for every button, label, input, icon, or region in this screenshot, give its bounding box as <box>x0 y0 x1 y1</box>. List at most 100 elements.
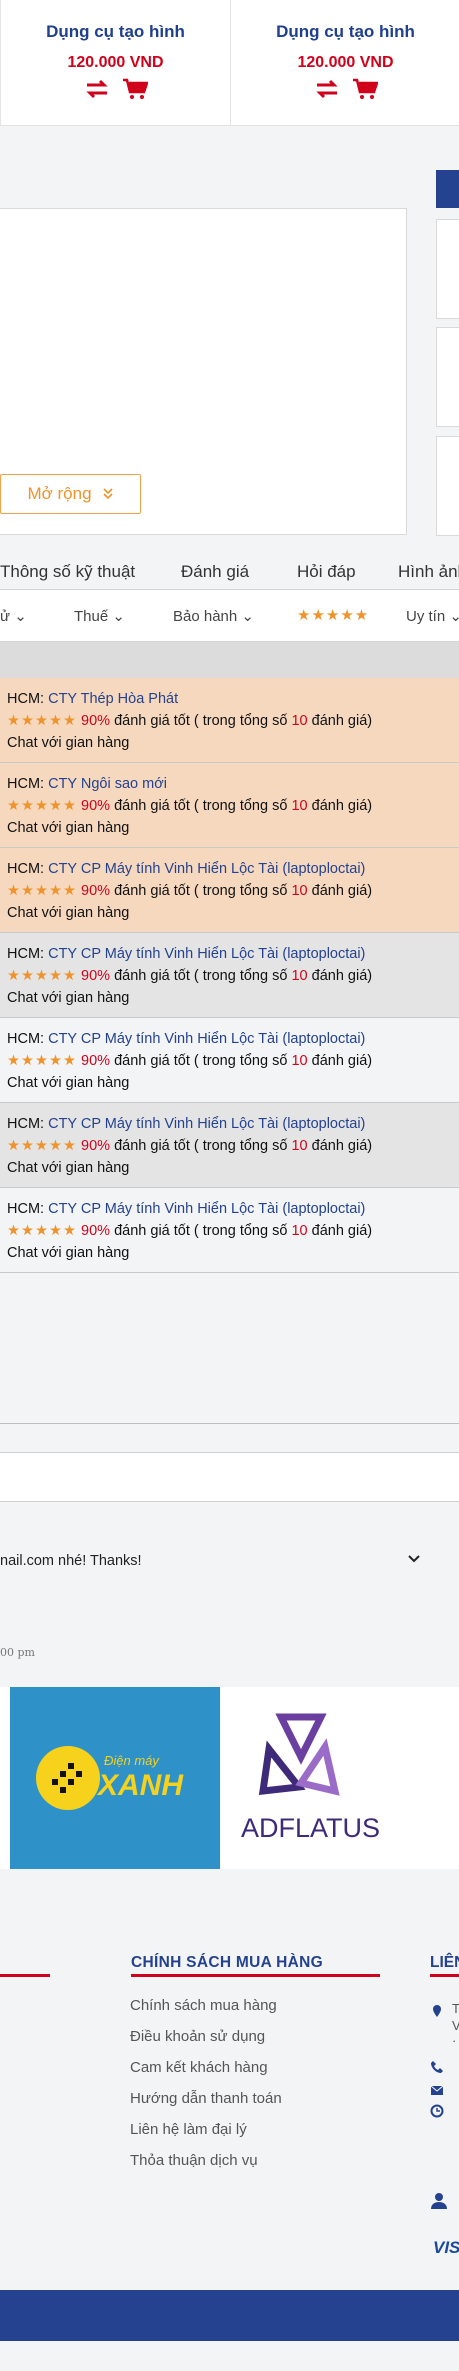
tab-specs[interactable]: Thông số kỹ thuật <box>0 562 135 582</box>
footer-link[interactable]: Thỏa thuận dịch vụ <box>130 2152 258 2169</box>
divider <box>0 1423 459 1424</box>
svg-text:Điện máy: Điện máy <box>104 1753 160 1768</box>
page-bottom <box>0 2341 459 2371</box>
seller-company-link[interactable]: CTY CP Máy tính Vinh Hiển Lộc Tài (lapto… <box>48 1031 365 1047</box>
seller-rating: ★★★★★ 90% đánh giá tốt ( trong tổng số 1… <box>7 968 372 984</box>
seller-row[interactable]: HCM: CTY CP Máy tính Vinh Hiển Lộc Tài (… <box>0 933 459 1018</box>
rating-count: 10 <box>291 798 308 814</box>
chat-with-seller-link[interactable]: Chat với gian hàng <box>7 1160 129 1176</box>
seller-row[interactable]: HCM: CTY CP Máy tính Vinh Hiển Lộc Tài (… <box>0 848 459 933</box>
rating-stars: ★★★★★ <box>7 968 77 984</box>
footer-policy-title: CHÍNH SÁCH MUA HÀNG <box>131 1954 323 1971</box>
footer-link[interactable]: Chính sách mua hàng <box>130 1997 277 2014</box>
sidebar-card[interactable] <box>436 436 459 536</box>
rating-stars: ★★★★★ <box>7 883 77 899</box>
seller-company-link[interactable]: CTY Ngôi sao mới <box>48 776 167 792</box>
rating-count: 10 <box>291 713 308 729</box>
chat-with-seller-link[interactable]: Chat với gian hàng <box>7 905 129 921</box>
seller-company-link[interactable]: CTY CP Máy tính Vinh Hiển Lộc Tài (lapto… <box>48 1201 365 1217</box>
sidebar-card[interactable] <box>436 327 459 427</box>
rating-suffix: đánh giá) <box>311 968 373 984</box>
banner-gap <box>0 1687 10 1869</box>
footer-divider <box>131 1974 380 1977</box>
tab-qa[interactable]: Hỏi đáp <box>297 562 356 582</box>
chat-with-seller-link[interactable]: Chat với gian hàng <box>7 820 129 836</box>
cart-icon[interactable] <box>352 78 378 100</box>
rating-count: 10 <box>291 968 308 984</box>
seller-rating: ★★★★★ 90% đánh giá tốt ( trong tổng số 1… <box>7 1053 372 1069</box>
adflatus-logo: ADFLATUS <box>241 1713 380 1843</box>
rating-stars: ★★★★★ <box>7 1223 77 1239</box>
chat-with-seller-link[interactable]: Chat với gian hàng <box>7 990 129 1006</box>
sidebar-header <box>436 170 459 208</box>
seller-company-link[interactable]: CTY CP Máy tính Vinh Hiển Lộc Tài (lapto… <box>48 1116 365 1132</box>
user-icon[interactable] <box>430 2192 448 2210</box>
footer-contact-text: V <box>452 2018 459 2033</box>
footer-link[interactable]: Cam kết khách hàng <box>130 2059 268 2076</box>
rating-suffix: đánh giá) <box>311 798 373 814</box>
seller-rating: ★★★★★ 90% đánh giá tốt ( trong tổng số 1… <box>7 713 372 729</box>
seller-rating: ★★★★★ 90% đánh giá tốt ( trong tổng số 1… <box>7 1223 372 1239</box>
rating-count: 10 <box>291 1053 308 1069</box>
footer-bottom-bar <box>0 2290 459 2341</box>
product-card[interactable]: Dụng cụ tạo hình 120.000 VND <box>0 0 230 126</box>
partner-banner-dienmayxanh[interactable]: Điện máy XANH <box>10 1687 220 1869</box>
clock-icon <box>430 2104 444 2118</box>
footer-link[interactable]: Hướng dẫn thanh toán <box>130 2090 282 2107</box>
compare-icon[interactable] <box>314 78 340 100</box>
rating-stars: ★★★★★ <box>7 1053 77 1069</box>
rating-count: 10 <box>291 1223 308 1239</box>
page: Dụng cụ tạo hình 120.000 VND Dụng cụ tạo… <box>0 0 459 2371</box>
seller-row[interactable]: HCM: CTY CP Máy tính Vinh Hiển Lộc Tài (… <box>0 1018 459 1103</box>
input-strip[interactable] <box>0 1452 459 1502</box>
seller-company-link[interactable]: CTY CP Máy tính Vinh Hiển Lộc Tài (lapto… <box>48 861 365 877</box>
product-card[interactable]: Dụng cụ tạo hình 120.000 VND <box>230 0 459 126</box>
svg-text:ADFLATUS: ADFLATUS <box>241 1813 380 1843</box>
footer-link[interactable]: Điều khoản sử dụng <box>130 2028 265 2045</box>
product-name[interactable]: Dụng cụ tạo hình <box>231 22 459 42</box>
rating-suffix: đánh giá) <box>311 1138 373 1154</box>
filter-item[interactable]: ử ⌄ <box>0 607 27 625</box>
seller-row[interactable]: HCM: CTY Ngôi sao mới ★★★★★ 90% đánh giá … <box>0 763 459 848</box>
seller-row[interactable]: HCM: CTY CP Máy tính Vinh Hiển Lộc Tài (… <box>0 1103 459 1188</box>
chevron-down-icon[interactable] <box>406 1551 422 1567</box>
cart-icon[interactable] <box>122 78 148 100</box>
location-icon <box>433 2005 441 2017</box>
seller-rating: ★★★★★ 90% đánh giá tốt ( trong tổng số 1… <box>7 798 372 814</box>
tab-images[interactable]: Hình ảnh <box>398 562 459 582</box>
faq-timestamp: 00 pm <box>0 1646 35 1659</box>
tab-reviews[interactable]: Đánh giá <box>181 562 249 582</box>
seller-company-link[interactable]: CTY CP Máy tính Vinh Hiển Lộc Tài (lapto… <box>48 946 365 962</box>
chat-with-seller-link[interactable]: Chat với gian hàng <box>7 1245 129 1261</box>
footer-divider <box>430 1974 459 1977</box>
partner-banner-adflatus[interactable]: ADFLATUS <box>221 1687 459 1869</box>
rating-suffix: đánh giá) <box>311 883 373 899</box>
rating-stars: ★★★★★ <box>7 798 77 814</box>
rating-percent: 90% <box>81 798 111 814</box>
seller-company-link[interactable]: CTY Thép Hòa Phát <box>48 691 178 707</box>
faq-item[interactable]: nail.com nhé! Thanks! <box>0 1545 459 1575</box>
filter-reputation[interactable]: Uy tín ⌄ <box>406 607 459 625</box>
product-name[interactable]: Dụng cụ tạo hình <box>1 22 230 42</box>
footer-link[interactable]: Liên hệ làm đại lý <box>130 2121 247 2138</box>
related-products: Dụng cụ tạo hình 120.000 VND Dụng cụ tạo… <box>0 0 459 126</box>
product-tabs: Thông số kỹ thuật Đánh giá Hỏi đáp Hình … <box>0 556 459 588</box>
seller-row[interactable]: HCM: CTY Thép Hòa Phát ★★★★★ 90% đánh giá… <box>0 678 459 763</box>
double-chevron-down-icon <box>102 488 113 500</box>
filter-rating-stars[interactable]: ★★★★★ <box>297 606 369 624</box>
footer-divider <box>0 1974 50 1977</box>
seller-rating: ★★★★★ 90% đánh giá tốt ( trong tổng số 1… <box>7 1138 372 1154</box>
rating-percent: 90% <box>81 883 111 899</box>
filter-tax[interactable]: Thuế ⌄ <box>74 607 125 625</box>
chat-with-seller-link[interactable]: Chat với gian hàng <box>7 735 129 751</box>
compare-icon[interactable] <box>84 78 110 100</box>
sidebar-card[interactable] <box>436 219 459 319</box>
chat-with-seller-link[interactable]: Chat với gian hàng <box>7 1075 129 1091</box>
rating-percent: 90% <box>81 1138 111 1154</box>
phone-icon <box>431 2061 443 2073</box>
seller-row[interactable]: HCM: CTY CP Máy tính Vinh Hiển Lộc Tài (… <box>0 1188 459 1273</box>
product-price: 120.000 VND <box>297 54 394 71</box>
filter-warranty[interactable]: Bảo hành ⌄ <box>173 607 254 625</box>
expand-button[interactable]: Mở rộng <box>0 474 141 514</box>
footer: CHÍNH SÁCH MUA HÀNG Chính sách mua hàng … <box>0 1870 459 2290</box>
